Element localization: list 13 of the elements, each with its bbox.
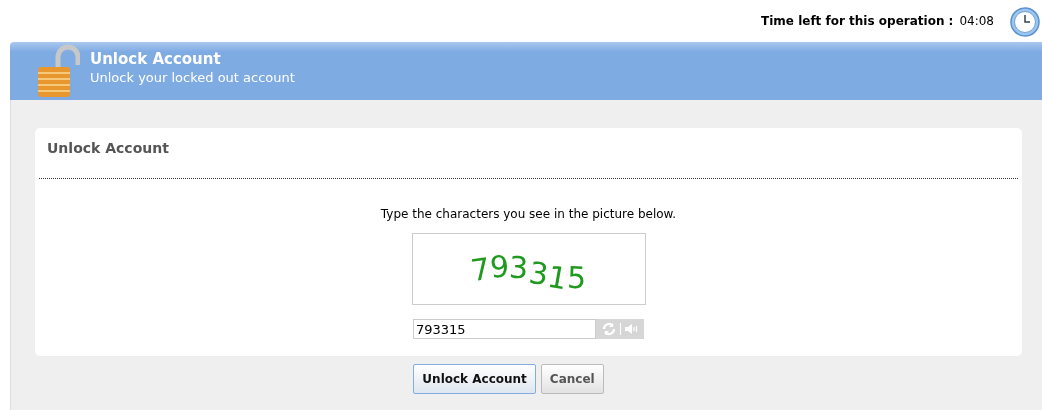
captcha-image: 793315 (411, 233, 646, 305)
timer-value: 04:08 (959, 14, 994, 28)
answer-field[interactable]: 793315 (413, 319, 596, 339)
header-title: Unlock Account (90, 49, 222, 68)
refresh-icon[interactable] (600, 322, 617, 336)
speaker-icon[interactable] (623, 322, 640, 336)
timer-label: Time left for this operation : (761, 14, 954, 28)
cancel-button[interactable]: Cancel (540, 364, 604, 394)
padlock-icon (36, 43, 80, 99)
instruction-text: Type the characters you see in the picture below. (380, 207, 677, 221)
header-subtitle: Unlock your locked out account (90, 69, 295, 85)
card-title: Unlock Account (47, 140, 169, 156)
unlock-button[interactable]: Unlock Account (413, 364, 536, 394)
